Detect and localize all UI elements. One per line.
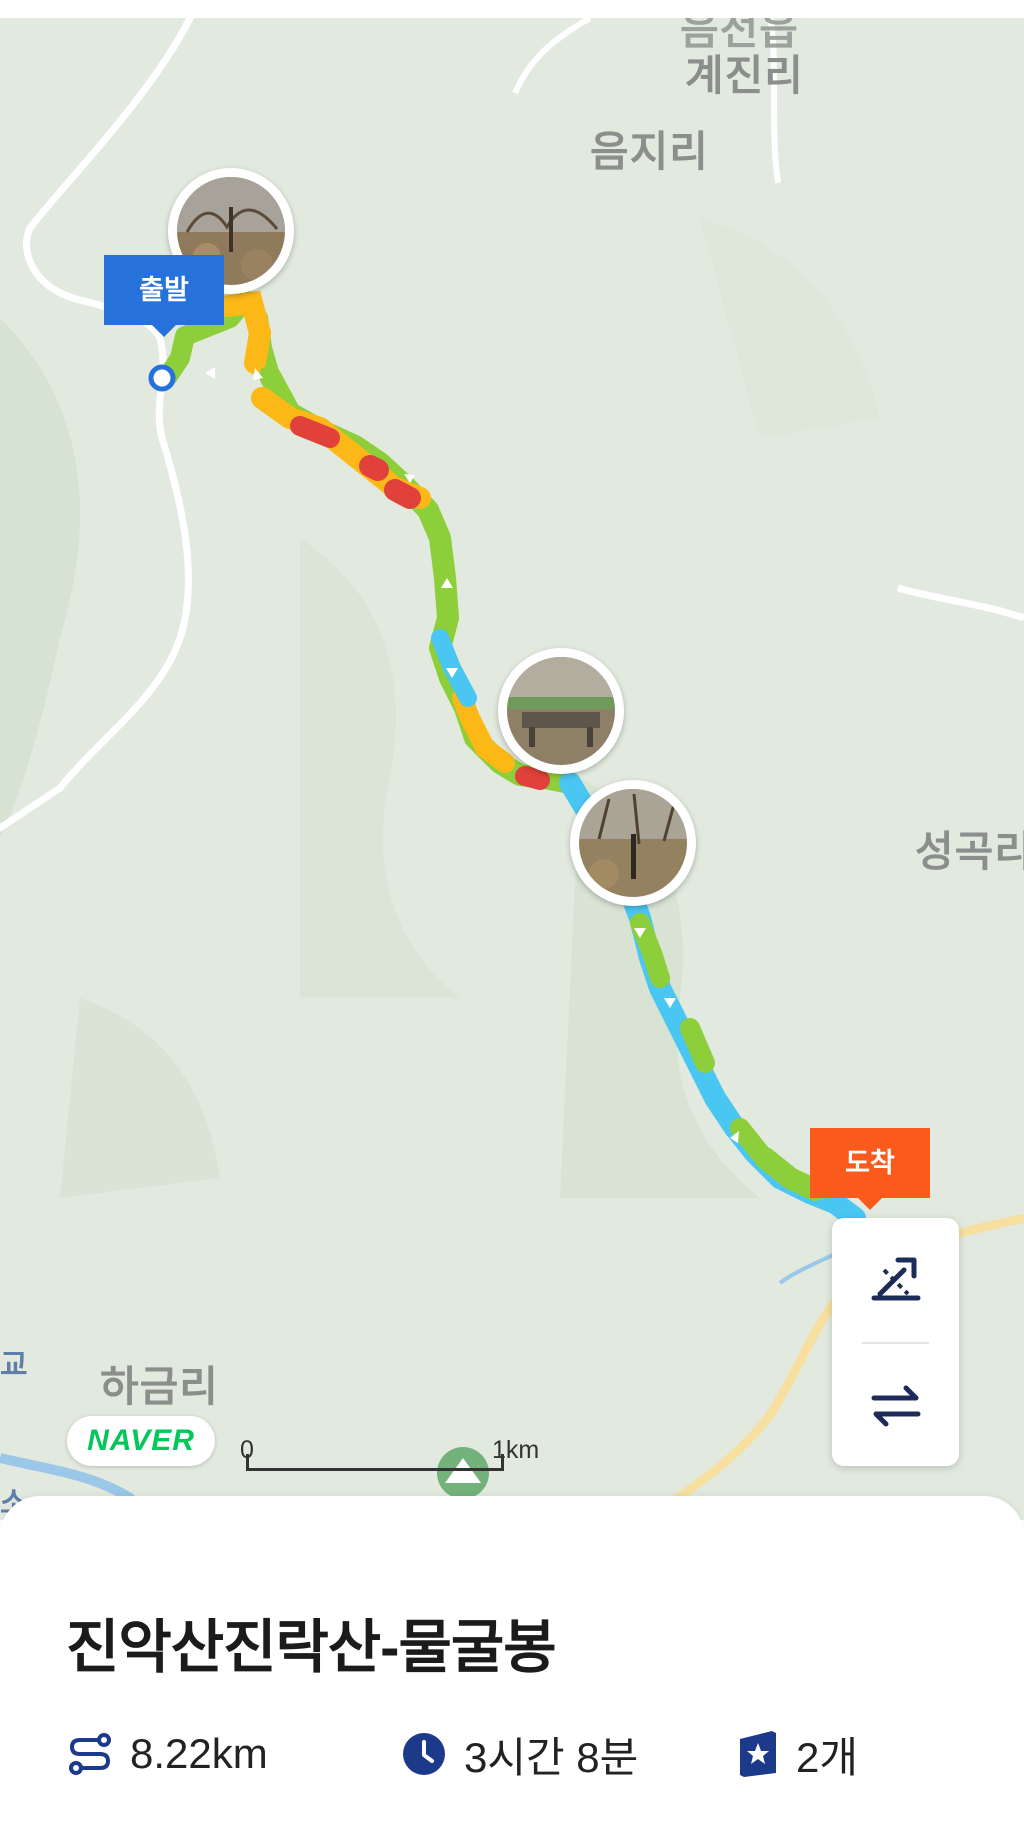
start-label: 출발: [104, 255, 224, 337]
photo-marker[interactable]: [570, 780, 696, 906]
place-label-eumji: 음지리: [590, 128, 709, 175]
swap-direction-icon: [871, 1385, 920, 1427]
start-point: [148, 364, 176, 392]
naver-logo: NAVER: [67, 1416, 215, 1466]
trail-title: 진악산진락산-물굴봉: [66, 1615, 557, 1680]
trail-map[interactable]: 음전읍 계진리 음지리 성곡리 하금리 교 소 출발 도착 NAVER 0 1k…: [0, 18, 1024, 1520]
clock-icon: [403, 1733, 445, 1775]
place-label-partial-left1: 교: [0, 1349, 29, 1382]
distance-stat: 8.22km: [66, 1724, 268, 1784]
scale-bar: [246, 1454, 504, 1471]
map-controls: [832, 1218, 959, 1466]
badges-stat: 2개: [736, 1724, 858, 1784]
duration-stat: 3시간 8분: [400, 1724, 638, 1784]
place-label-gyejin: 계진리: [685, 52, 804, 99]
end-label: 도착: [810, 1128, 930, 1210]
trail-photo: [507, 657, 615, 765]
distance-value: 8.22km: [130, 1730, 268, 1777]
photo-marker[interactable]: [498, 648, 624, 774]
badges-value: 2개: [796, 1733, 858, 1781]
duration-value: 3시간 8분: [464, 1733, 639, 1781]
place-label-seonggok: 성곡리: [915, 828, 1024, 875]
elevation-toggle-icon: [871, 1257, 920, 1301]
scale-end-label: 1km: [492, 1436, 540, 1464]
elevation-toggle-button[interactable]: [832, 1218, 959, 1338]
place-label-hageum: 하금리: [100, 1363, 219, 1410]
swap-direction-button[interactable]: [832, 1346, 959, 1466]
badge-star-icon: [740, 1731, 776, 1777]
route-icon: [69, 1733, 111, 1775]
trail-photo: [579, 789, 687, 897]
scale-start-label: 0: [240, 1436, 254, 1464]
